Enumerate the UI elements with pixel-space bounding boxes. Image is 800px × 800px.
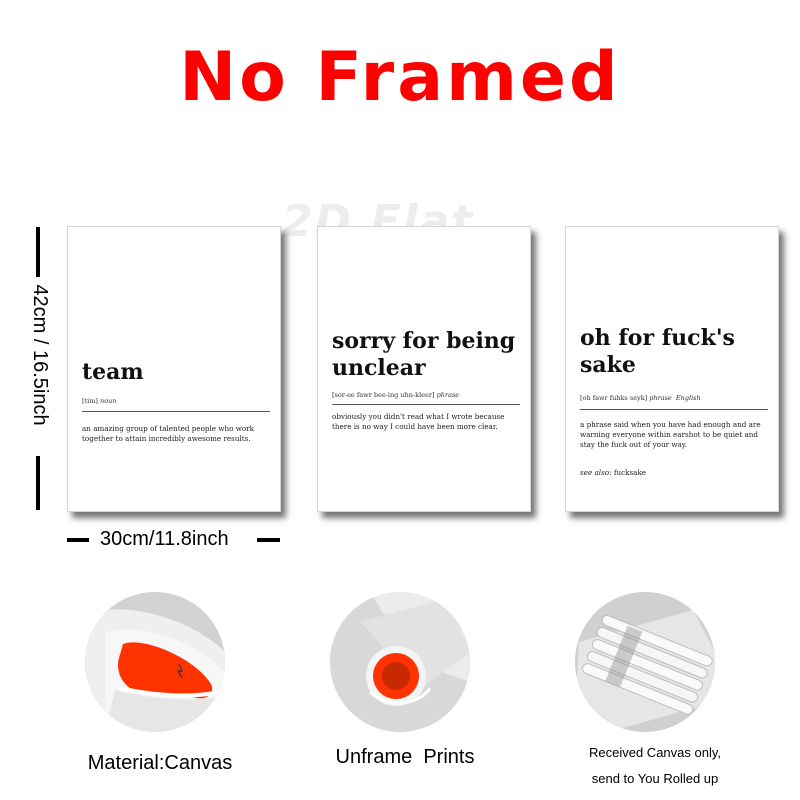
poster-definition: obviously you didn't read what I wrote b… <box>332 412 505 431</box>
poster-divider <box>332 404 520 405</box>
poster-pronunciation: [sor-ee fawr bee-ing uhn-kleer] phrase <box>332 391 460 399</box>
height-label: 42cm / 16.5inch <box>29 284 51 426</box>
width-marker-right <box>257 538 280 542</box>
caption-received: Received Canvas only, send to You Rolled… <box>560 740 750 792</box>
poster-team: team [tim] noun an amazing group of tale… <box>67 226 281 512</box>
poster-divider <box>82 411 270 412</box>
poster-divider <box>580 409 768 410</box>
poster-word: sorry for being unclear <box>332 328 516 381</box>
caption-received-line2: send to You Rolled up <box>591 771 719 786</box>
caption-received-line1: Received Canvas only, <box>589 745 721 760</box>
poster-fors-sake: oh for fuck's sake [oh fawr fuhks seyk] … <box>565 226 779 512</box>
poster-see-also: see also: fucksake <box>580 468 647 477</box>
canvas-material-photo <box>85 592 225 732</box>
caption-unframe: Unframe Prints <box>335 746 475 768</box>
poster-pronunciation: [tim] noun <box>82 397 117 405</box>
poster-definition: an amazing group of talented people who … <box>82 424 255 443</box>
rolled-print-photo <box>330 592 470 732</box>
packaged-rolls-photo <box>575 592 715 732</box>
poster-pronunciation: [oh fawr fuhks seyk] phrase English <box>580 394 701 402</box>
width-label: 30cm/11.8inch <box>100 528 229 550</box>
width-marker-left <box>67 538 89 542</box>
poster-sorry: sorry for being unclear [sor-ee fawr bee… <box>317 226 531 512</box>
caption-material: Material:Canvas <box>87 752 233 774</box>
poster-definition: a phrase said when you have had enough a… <box>580 420 761 449</box>
headline: No Framed <box>179 38 621 117</box>
poster-word: oh for fuck's sake <box>580 325 735 378</box>
poster-word: team <box>82 359 144 385</box>
